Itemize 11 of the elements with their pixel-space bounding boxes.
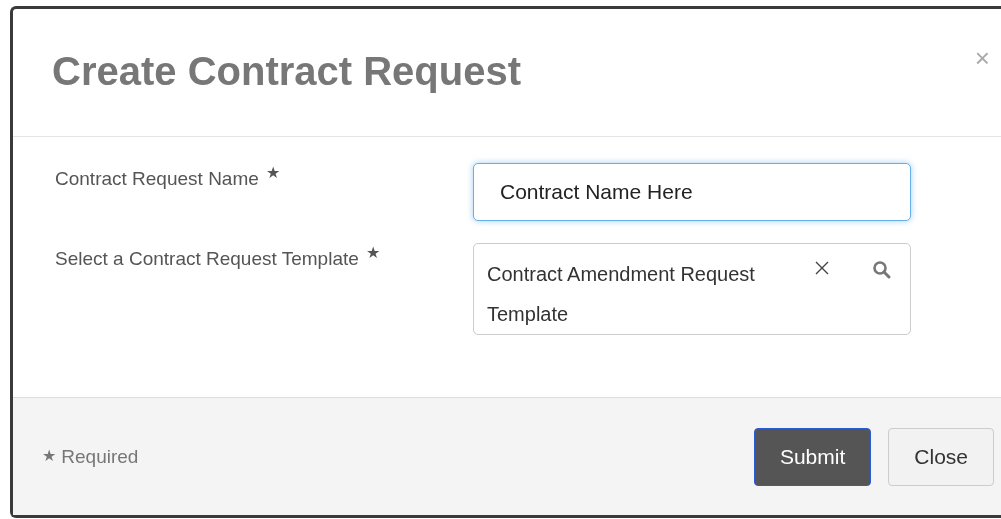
clear-icon[interactable] xyxy=(814,260,830,276)
template-lookup-field[interactable]: Contract Amendment Request Template xyxy=(473,243,911,335)
template-value: Contract Amendment Request Template xyxy=(487,263,755,325)
submit-button[interactable]: Submit xyxy=(753,427,872,486)
name-field[interactable]: Contract Name Here xyxy=(473,163,911,221)
required-note: ★ Required xyxy=(41,445,139,468)
close-button[interactable]: Close xyxy=(888,427,994,486)
field-label: Contract Request Name ★ xyxy=(55,163,282,191)
search-icon[interactable] xyxy=(872,260,892,280)
dialog-title: Create Contract Request xyxy=(52,49,521,94)
field-label: Select a Contract Request Template ★ xyxy=(55,243,382,271)
